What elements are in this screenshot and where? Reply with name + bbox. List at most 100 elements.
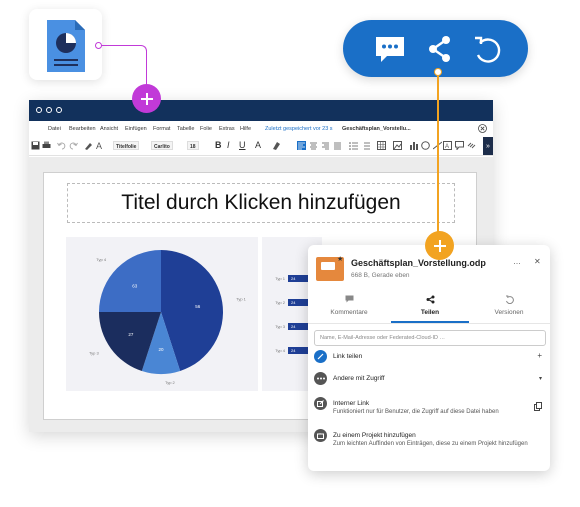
pie-category-label: Typ 4 <box>96 257 107 262</box>
bullet-list-icon[interactable] <box>349 141 358 150</box>
copy-link-icon[interactable] <box>534 402 542 413</box>
pie-category-label: Typ 2 <box>165 380 176 385</box>
numbered-list-icon[interactable] <box>361 141 370 150</box>
align-center-icon[interactable] <box>309 141 318 150</box>
window-dot[interactable] <box>36 107 42 113</box>
tab-comments-label: Kommentare <box>330 309 368 316</box>
bar-category-label: Typ 4 <box>275 348 286 353</box>
menu-slide[interactable]: Folie <box>200 126 212 132</box>
close-document-icon[interactable] <box>478 124 487 135</box>
add-badge-orange[interactable] <box>425 231 454 260</box>
others-with-access-row[interactable]: Andere mit Zugriff ▾ <box>314 372 546 386</box>
file-meta: 668 B, Gerade eben <box>351 272 410 279</box>
align-left-icon[interactable] <box>297 141 306 150</box>
menu-help[interactable]: Hilfe <box>240 126 251 132</box>
add-badge-pink[interactable] <box>132 84 161 113</box>
undo-history-icon[interactable] <box>471 34 501 69</box>
document-tab[interactable]: Geschäftsplan_Vorstellu... <box>342 126 411 132</box>
pie-chart-panel[interactable]: 56 Typ 1 20 Typ 2 27 Typ 3 63 Typ 4 <box>66 237 258 391</box>
slide-title-placeholder[interactable]: Titel durch Klicken hinzufügen <box>67 183 455 223</box>
presentation-file-icon <box>47 20 85 72</box>
align-right-icon[interactable] <box>321 141 330 150</box>
favorite-star-icon[interactable]: ★ <box>337 255 343 263</box>
more-icon <box>314 372 327 385</box>
add-to-project-title: Zu einem Projekt hinzufügen <box>333 432 416 439</box>
bar-data-label: 24 <box>291 276 296 281</box>
font-size-dropdown[interactable]: 18 <box>187 141 199 150</box>
presentation-file-card <box>29 9 102 80</box>
pie-category-label: Typ 1 <box>236 297 247 302</box>
share-search-input[interactable]: Name, E-Mail-Adresse oder Federated-Clou… <box>314 330 546 346</box>
share-link-row[interactable]: Link teilen + <box>314 350 546 364</box>
link-icon[interactable] <box>467 141 476 150</box>
undo-icon[interactable] <box>57 141 66 150</box>
bar-category-label: Typ 1 <box>275 276 286 281</box>
menu-table[interactable]: Tabelle <box>177 126 194 132</box>
formatting-toolbar: A Titelfolie Carlito 18 B I U A A <box>29 136 493 156</box>
menu-format[interactable]: Format <box>153 126 170 132</box>
bold-button[interactable]: B <box>215 140 224 150</box>
chart-icon[interactable] <box>409 141 418 150</box>
style-dropdown[interactable]: Titelfolie <box>113 141 140 150</box>
menu-insert[interactable]: Einfügen <box>125 126 147 132</box>
internal-link-description: Funktioniert nur für Benutzer, die Zugri… <box>333 409 499 415</box>
shape-icon[interactable] <box>421 141 430 150</box>
print-icon[interactable] <box>42 141 51 150</box>
share-icon[interactable] <box>427 34 453 69</box>
clone-formatting-icon[interactable] <box>84 141 93 150</box>
pie-data-label: 63 <box>132 284 138 289</box>
window-dot[interactable] <box>46 107 52 113</box>
menu-view[interactable]: Ansicht <box>100 126 118 132</box>
italic-button[interactable]: I <box>227 140 236 150</box>
pie-data-label: 27 <box>128 332 134 337</box>
text-box-icon[interactable]: A <box>443 141 452 150</box>
connector-dot-pink <box>95 42 102 49</box>
chat-icon[interactable] <box>373 34 407 69</box>
window-titlebar <box>29 100 493 121</box>
expand-caret-icon[interactable]: ▾ <box>539 375 542 382</box>
tab-comments[interactable]: Kommentare <box>310 295 388 316</box>
highlight-icon[interactable] <box>272 141 281 150</box>
justify-icon[interactable] <box>333 141 342 150</box>
external-link-icon <box>314 397 327 410</box>
link-icon <box>314 350 327 363</box>
bar-category-label: Typ 3 <box>275 324 286 329</box>
image-icon[interactable] <box>393 141 402 150</box>
file-name: Geschäftsplan_Vorstellung.odp <box>351 258 486 268</box>
tabs-divider <box>308 323 550 324</box>
tab-versions[interactable]: Versionen <box>470 295 548 316</box>
history-icon <box>470 295 548 305</box>
pie-slice <box>99 250 161 312</box>
connector-dot-orange <box>434 68 442 76</box>
pie-data-label: 20 <box>158 347 164 352</box>
sidebar-toggle-button[interactable]: » <box>483 137 493 155</box>
menu-file[interactable]: Datei <box>48 126 61 132</box>
menu-tools[interactable]: Extras <box>219 126 235 132</box>
menu-edit[interactable]: Bearbeiten <box>69 126 96 132</box>
save-icon[interactable] <box>31 141 40 150</box>
pie-chart: 56 Typ 1 20 Typ 2 27 Typ 3 63 Typ 4 <box>89 250 247 385</box>
more-actions-icon[interactable]: … <box>513 257 521 266</box>
share-link-label: Link teilen <box>333 353 363 360</box>
table-icon[interactable] <box>377 141 386 150</box>
window-dot[interactable] <box>56 107 62 113</box>
internal-link-row[interactable]: Interner Link Funktioniert nur für Benut… <box>314 397 546 423</box>
autosave-status: Zuletzt gespeichert vor 23 s <box>265 126 333 132</box>
add-to-project-row[interactable]: Zu einem Projekt hinzufügen Zum leichten… <box>314 429 546 455</box>
tab-share[interactable]: Teilen <box>391 295 469 316</box>
project-icon <box>314 429 327 442</box>
add-share-link-button[interactable]: + <box>537 351 542 360</box>
others-with-access-label: Andere mit Zugriff <box>333 375 385 382</box>
bar-category-label: Typ 2 <box>275 300 286 305</box>
svg-text:A: A <box>445 144 449 150</box>
close-panel-icon[interactable]: ✕ <box>534 257 541 266</box>
clear-formatting-icon[interactable]: A <box>96 141 105 151</box>
redo-icon[interactable] <box>69 141 78 150</box>
menubar: Datei Bearbeiten Ansicht Einfügen Format… <box>29 121 493 136</box>
comment-icon <box>310 295 388 305</box>
comment-icon[interactable] <box>455 141 464 151</box>
share-panel: ★ Geschäftsplan_Vorstellung.odp 668 B, G… <box>308 245 550 471</box>
font-dropdown[interactable]: Carlito <box>151 141 173 150</box>
font-color-button[interactable]: A <box>255 140 264 150</box>
underline-button[interactable]: U <box>239 140 248 150</box>
